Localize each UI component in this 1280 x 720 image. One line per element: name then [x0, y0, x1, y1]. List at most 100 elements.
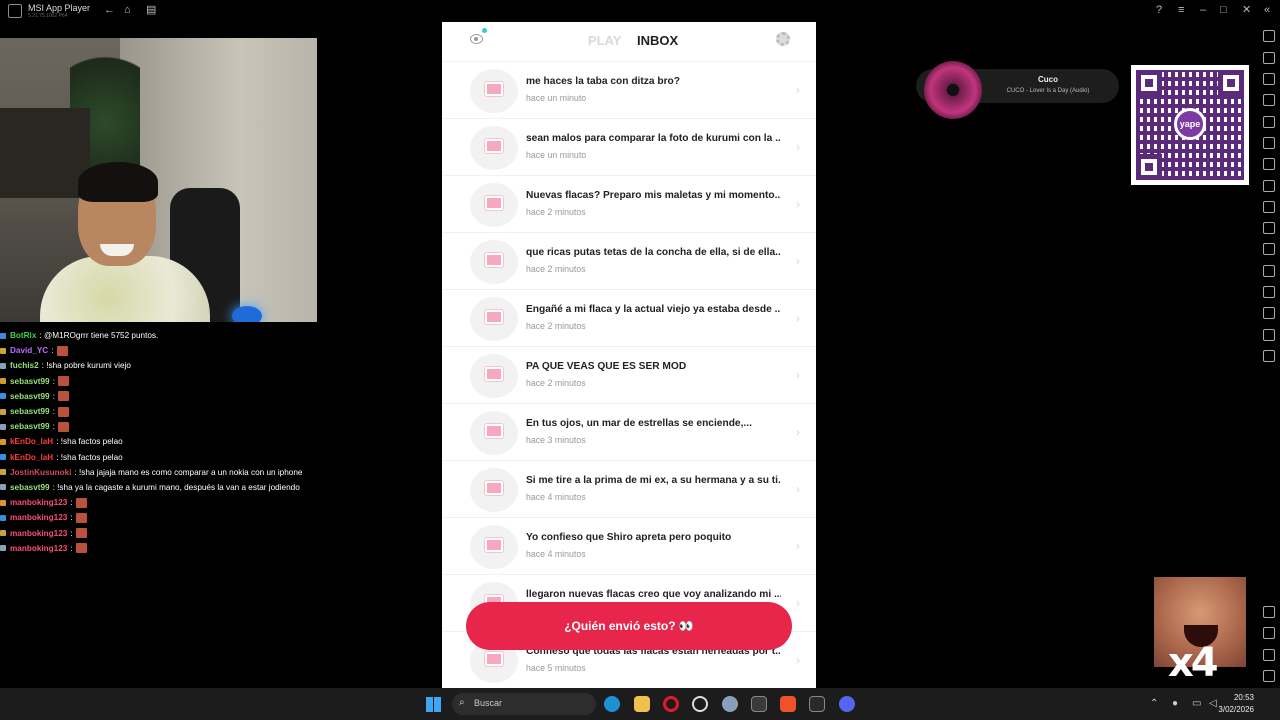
obs-icon[interactable] — [692, 696, 708, 712]
windows-start-icon[interactable] — [426, 697, 441, 712]
inbox-message-row[interactable]: Nuevas flacas? Preparo mis maletas y mi … — [442, 176, 816, 233]
edge-icon[interactable] — [604, 696, 620, 712]
screen-icon[interactable] — [1263, 94, 1275, 106]
chat-text: : — [70, 498, 73, 508]
inbox-message-row[interactable]: Si me tire a la prima de mi ex, a su her… — [442, 461, 816, 518]
tab-inbox[interactable]: INBOX — [637, 33, 678, 48]
inbox-message-row[interactable]: Yo confieso que Shiro apreta pero poquit… — [442, 518, 816, 575]
back-nav-icon[interactable] — [1263, 627, 1275, 639]
song-artist: CUCO - Lover Is a Day (Audio) — [1006, 88, 1090, 94]
msi-player-icon[interactable] — [751, 696, 767, 712]
gear-icon[interactable] — [776, 32, 790, 46]
search-placeholder: Buscar — [474, 698, 503, 708]
message-title: En tus ojos, un mar de estrellas se enci… — [526, 418, 752, 429]
file-explorer-icon[interactable] — [634, 696, 650, 712]
gamepad-icon[interactable] — [1263, 158, 1275, 170]
volume-icon[interactable] — [1263, 52, 1275, 64]
capture-icon[interactable] — [1263, 222, 1275, 234]
maximize-icon[interactable]: □ — [1220, 4, 1227, 16]
chat-username[interactable]: manboking123 — [10, 541, 67, 556]
settings-app-icon[interactable] — [722, 696, 738, 712]
chat-text: : — [52, 407, 55, 417]
menu-icon[interactable]: ≡ — [1178, 4, 1184, 16]
app-header: PLAY INBOX — [442, 22, 816, 62]
help-icon[interactable]: ? — [1156, 4, 1162, 16]
inbox-message-row[interactable]: PA QUE VEAS QUE ES SER MOD hace 2 minutos… — [442, 347, 816, 404]
chat-badge-icon — [0, 499, 6, 506]
chat-username[interactable]: sebasvt99 — [10, 419, 50, 434]
chat-username[interactable]: JostinKusunoki — [10, 465, 71, 480]
network-icon[interactable]: ▭ — [1192, 698, 1201, 709]
chat-username[interactable]: manboking123 — [10, 526, 67, 541]
folder-icon[interactable] — [1263, 243, 1275, 255]
recent-apps-icon[interactable] — [1263, 670, 1275, 682]
speaker-icon[interactable]: ◁ — [1209, 698, 1217, 709]
eraser-icon[interactable] — [1263, 286, 1275, 298]
microphone-icon[interactable]: ● — [1172, 698, 1178, 709]
chat-badge-icon — [0, 423, 6, 430]
app-titlebar: MSI App Player 5.21.75.1002 P64 ← ⌂ ▤ ? … — [0, 0, 1280, 22]
fullscreen-icon[interactable] — [1263, 30, 1275, 42]
taskbar-search[interactable]: ⌕ Buscar — [452, 693, 596, 715]
screenshot-icon[interactable] — [1263, 201, 1275, 213]
chat-username[interactable]: BotRix — [10, 328, 36, 343]
chat-username[interactable]: kEnDo_laH — [10, 450, 53, 465]
home-icon[interactable]: ⌂ — [124, 4, 131, 16]
chat-emote-icon — [75, 528, 87, 539]
chat-text: : — [52, 391, 55, 401]
chat-message: sebasvt99: — [0, 374, 330, 389]
multi-window-icon[interactable]: ▤ — [146, 4, 156, 16]
chat-username[interactable]: sebasvt99 — [10, 480, 50, 495]
message-time: hace 3 minutos — [526, 435, 586, 445]
back-icon[interactable]: ← — [104, 4, 115, 16]
sidebar-toggle-icon[interactable]: « — [1264, 4, 1270, 16]
performance-icon[interactable] — [1263, 180, 1275, 192]
chat-message: kEnDo_laH: !sha factos pelao — [0, 434, 330, 449]
message-time: hace 2 minutos — [526, 264, 586, 274]
heart-letter-icon — [485, 367, 503, 381]
tray-overflow-icon[interactable]: ⌃ — [1150, 698, 1158, 709]
inbox-message-row[interactable]: que ricas putas tetas de la concha de el… — [442, 233, 816, 290]
chat-username[interactable]: manboking123 — [10, 495, 67, 510]
eye-icon[interactable] — [470, 34, 483, 44]
rotate-icon[interactable] — [1263, 116, 1275, 128]
inbox-message-row[interactable]: Engañé a mi flaca y la actual viejo ya e… — [442, 290, 816, 347]
inbox-message-row[interactable]: sean malos para comparar la foto de kuru… — [442, 119, 816, 176]
inbox-message-row[interactable]: En tus ojos, un mar de estrellas se enci… — [442, 404, 816, 461]
heart-letter-icon — [485, 310, 503, 324]
layers-icon[interactable] — [1263, 329, 1275, 341]
epic-games-icon[interactable] — [809, 696, 825, 712]
chat-message: sebasvt99: !sha ya la cagaste a kurumi m… — [0, 480, 330, 495]
chat-username[interactable]: fuchis2 — [10, 358, 39, 373]
chat-username[interactable]: sebasvt99 — [10, 374, 50, 389]
chat-emote-icon — [75, 497, 87, 508]
chat-text: : — [51, 346, 54, 356]
who-sent-this-button[interactable]: ¿Quién envió esto? 👀 — [466, 602, 792, 650]
discord-icon[interactable] — [839, 696, 855, 712]
sync-icon[interactable] — [1263, 350, 1275, 362]
brave-icon[interactable] — [780, 696, 796, 712]
now-playing-widget: Cuco CUCO - Lover Is a Day (Audio) — [916, 61, 1119, 119]
record-icon[interactable] — [1263, 137, 1275, 149]
system-clock[interactable]: 20:53 3/02/2026 — [1218, 692, 1254, 716]
airplane-icon[interactable] — [1263, 265, 1275, 277]
chat-text: : @M1ROgrrr tiene 5752 puntos. — [39, 331, 159, 341]
chat-username[interactable]: sebasvt99 — [10, 389, 50, 404]
heart-letter-icon — [485, 424, 503, 438]
opera-icon[interactable] — [663, 696, 679, 712]
tab-play[interactable]: PLAY — [588, 33, 621, 48]
chat-text: : !sha pobre kurumi viejo — [41, 361, 131, 371]
location-icon[interactable] — [1263, 307, 1275, 319]
minimize-icon[interactable]: – — [1200, 4, 1206, 16]
message-title: Nuevas flacas? Preparo mis maletas y mi … — [526, 190, 781, 201]
settings-icon[interactable] — [1263, 606, 1275, 618]
keyboard-icon[interactable] — [1263, 73, 1275, 85]
chat-username[interactable]: manboking123 — [10, 510, 67, 525]
inbox-message-row[interactable]: me haces la taba con ditza bro? hace un m… — [442, 62, 816, 119]
home-nav-icon[interactable] — [1263, 649, 1275, 661]
chat-username[interactable]: sebasvt99 — [10, 404, 50, 419]
message-title: sean malos para comparar la foto de kuru… — [526, 133, 781, 144]
close-icon[interactable]: ✕ — [1242, 4, 1251, 16]
chat-username[interactable]: David_YC — [10, 343, 48, 358]
chat-username[interactable]: kEnDo_laH — [10, 434, 53, 449]
